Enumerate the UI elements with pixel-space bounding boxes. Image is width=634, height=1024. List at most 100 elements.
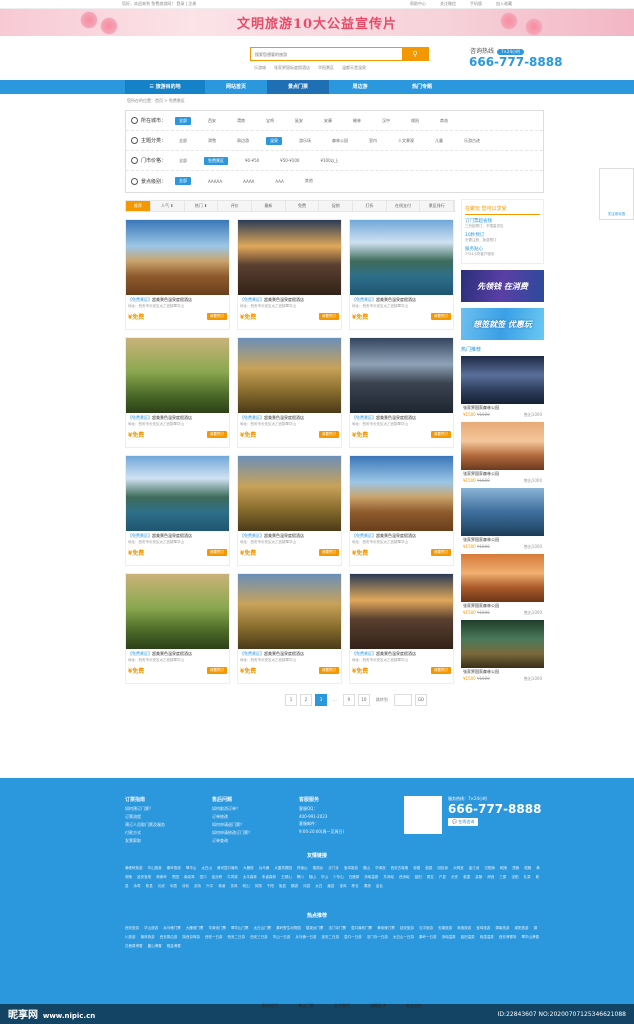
product-card[interactable]: 【免费景区】超美景色温泉度假酒店 地址：西安市长安区太乙宫镇翠华山 ¥免费 我要预订 [349,219,454,330]
product-image[interactable] [126,220,229,295]
product-image[interactable] [238,338,341,413]
recommend-image[interactable] [461,620,544,668]
filter-option[interactable]: 榆林 [349,117,365,125]
footer-link[interactable]: 订单修改 [212,814,252,820]
filter-option[interactable]: 周边游 [233,137,253,145]
recommend-item[interactable]: 张家界国家森林公园 ¥1500 ¥1500 售出1000 [461,620,544,682]
product-name[interactable]: 【免费景区】超美景色温泉度假酒店 [350,649,453,657]
recommend-name[interactable]: 张家界国家森林公园 [461,404,544,412]
recommend-name[interactable]: 张家界国家森林公园 [461,602,544,610]
footer-link[interactable]: 订单查询 [212,838,252,844]
recommend-name[interactable]: 张家界国家森林公园 [461,668,544,676]
product-card[interactable]: 【免费景区】超美景色温泉度假酒店 地址：西安市长安区太乙宫镇翠华山 ¥免费 我要预订 [125,573,230,684]
filter-option[interactable]: 温泉 [266,136,282,145]
recommend-item[interactable]: 张家界国家森林公园 ¥1500 ¥1500 售出1000 [461,554,544,616]
filter-option[interactable]: 渭南 [233,117,249,125]
sort-free[interactable]: 免费 [286,201,320,211]
online-consult-button[interactable]: 💬 在线咨询 [448,818,479,826]
footer-link[interactable]: 如何申请修改订门票？ [212,830,252,836]
product-name[interactable]: 【免费景区】超美景色温泉度假酒店 [126,295,229,303]
product-card[interactable]: 【免费景区】超美景色温泉度假酒店 地址：西安市长安区太乙宫镇翠华山 ¥免费 我要预订 [349,573,454,684]
product-name[interactable]: 【免费景区】超美景色温泉度假酒店 [238,413,341,421]
footer-link[interactable]: 付款方式 [125,830,165,836]
book-button[interactable]: 我要预订 [431,313,451,320]
sort-hot[interactable]: 热门 ⬍ [185,201,219,211]
product-image[interactable] [126,338,229,413]
filter-option[interactable]: 森林公园 [328,137,352,145]
filter-option[interactable]: AAA [271,178,287,185]
product-image[interactable] [350,220,453,295]
recommend-name[interactable]: 张家界国家森林公园 [461,470,544,478]
product-image[interactable] [126,456,229,531]
footer-link[interactable]: 发票索取 [125,838,165,844]
footer-link[interactable]: 订票流程 [125,814,165,820]
filter-option[interactable]: ¥0-¥50 [241,157,263,164]
product-name[interactable]: 【免费景区】超美景色温泉度假酒店 [238,649,341,657]
filter-option[interactable]: ¥100以上 [316,157,342,165]
product-image[interactable] [238,220,341,295]
filter-option[interactable]: 全部 [175,177,191,185]
filter-option[interactable]: 咸阳 [407,117,423,125]
promo-banner-signin[interactable]: 想签就签 优惠玩 [461,308,544,340]
product-card[interactable]: 【免费景区】超美景色温泉度假酒店 地址：西安市长安区太乙宫镇翠华山 ¥免费 我要预订 [237,337,342,448]
filter-option[interactable]: 游乐场 [295,137,315,145]
nav-nearby[interactable]: 周边游 [329,80,391,94]
product-card[interactable]: 【免费景区】超美景色温泉度假酒店 地址：西安市长安区太乙宫镇翠华山 ¥免费 我要预订 [237,455,342,566]
top-banner[interactable]: 文明旅游10大公益宣传片 [0,9,634,36]
product-name[interactable]: 【免费景区】超美景色温泉度假酒店 [126,413,229,421]
nav-destinations[interactable]: ☰ 旅游目的地 [125,80,205,94]
top-link-help[interactable]: 帮助中心 [410,1,426,7]
product-card[interactable]: 【免费景区】超美景色温泉度假酒店 地址：西安市长安区太乙宫镇翠华山 ¥免费 我要预订 [125,337,230,448]
friend-links[interactable]: 黄峰峡旅游 华山旅游 秦岭旅游 翠华山 太白山 黄河壶口瀑布 大雁塔 兵马俑 大… [125,864,540,908]
filter-option[interactable]: 延安 [291,117,307,125]
filter-option[interactable]: 全部 [175,157,191,165]
recommend-image[interactable] [461,488,544,536]
sort-newest[interactable]: 最新 [252,201,286,211]
sort-ranking[interactable]: 景区排行 [420,201,455,211]
product-image[interactable] [350,456,453,531]
product-name[interactable]: 【免费景区】超美景色温泉度假酒店 [350,531,453,539]
product-name[interactable]: 【免费景区】超美景色温泉度假酒店 [238,531,341,539]
follow-float-panel[interactable]: 关注参玩旅 [599,168,634,220]
product-image[interactable] [238,574,341,649]
page-button[interactable]: 10 [357,694,370,706]
product-card[interactable]: 【免费景区】超美景色温泉度假酒店 地址：西安市长安区太乙宫镇翠华山 ¥免费 我要预订 [349,455,454,566]
search-button[interactable]: ⚲ [402,48,428,60]
filter-option[interactable]: 西安 [204,117,220,125]
page-button[interactable]: 1 [285,694,297,706]
filter-option[interactable]: 其他 [301,177,317,185]
book-button[interactable]: 我要预订 [207,667,227,674]
product-card[interactable]: 【免费景区】超美景色温泉度假酒店 地址：西安市长安区太乙宫镇翠华山 ¥免费 我要预订 [237,219,342,330]
footer-link[interactable]: 如何申请退门票？ [212,822,252,828]
product-image[interactable] [350,338,453,413]
filter-option[interactable]: 宝鸡 [262,117,278,125]
footer-link[interactable]: 如何预订门票？ [125,806,165,812]
page-button-current[interactable]: 3 [315,694,327,706]
filter-option[interactable]: 人文景观 [394,137,418,145]
product-card[interactable]: 【免费景区】超美景色温泉度假酒店 地址：西安市长安区太乙宫镇翠华山 ¥免费 我要预订 [125,219,230,330]
book-button[interactable]: 我要预订 [319,667,339,674]
filter-option[interactable]: 汉中 [378,117,394,125]
filter-option[interactable]: AAAA [239,178,258,185]
product-image[interactable] [126,574,229,649]
filter-option[interactable]: AAAAA [204,178,226,185]
product-name[interactable]: 【免费景区】超美景色温泉度假酒店 [238,295,341,303]
recommend-image[interactable] [461,356,544,404]
recommend-item[interactable]: 张家界国家森林公园 ¥1500 ¥1500 售出1000 [461,356,544,418]
product-name[interactable]: 【免费景区】超美景色温泉度假酒店 [350,413,453,421]
sort-discount[interactable]: 打折 [353,201,387,211]
filter-option[interactable]: 室内 [365,137,381,145]
book-button[interactable]: 我要预订 [207,431,227,438]
hotword[interactable]: 张家界国际度假酒店 [274,65,310,71]
book-button[interactable]: 我要预订 [207,313,227,320]
filter-option[interactable]: ¥50-¥100 [276,157,303,164]
product-card[interactable]: 【免费景区】超美景色温泉度假酒店 地址：西安市长安区太乙宫镇翠华山 ¥免费 我要预订 [125,455,230,566]
nav-tickets[interactable]: 景点门票 [267,80,329,94]
filter-option[interactable]: 商洛 [436,117,452,125]
product-image[interactable] [238,456,341,531]
sort-recommend[interactable]: 推荐 [126,201,151,211]
sort-popularity[interactable]: 人气 ⬍ [151,201,185,211]
product-name[interactable]: 【免费景区】超美景色温泉度假酒店 [126,531,229,539]
filter-option[interactable]: 安康 [320,117,336,125]
recommend-name[interactable]: 张家界国家森林公园 [461,536,544,544]
